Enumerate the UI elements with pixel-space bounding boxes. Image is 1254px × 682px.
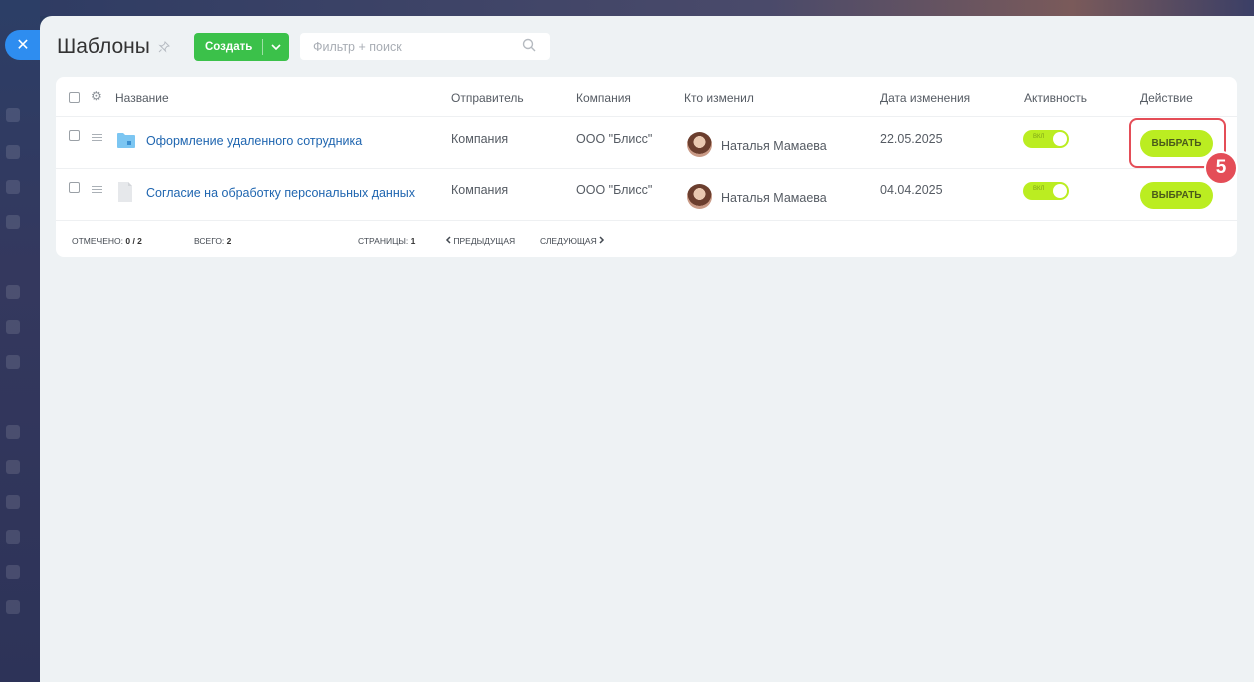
next-page-link[interactable]: СЛЕДУЮЩАЯ [540, 236, 605, 246]
background-icon [6, 108, 20, 122]
column-activity[interactable]: Активность [1024, 91, 1087, 105]
marked-value: 0 / 2 [125, 236, 142, 246]
total-counter: ВСЕГО: 2 [194, 236, 231, 246]
close-icon: ✕ [16, 35, 30, 54]
pages-label: СТРАНИЦЫ: [358, 236, 409, 246]
row-checkbox[interactable] [69, 130, 80, 141]
background-sidebar [0, 0, 40, 682]
toggle-label: ВКЛ [1033, 186, 1045, 192]
background-icon [6, 460, 20, 474]
column-sender[interactable]: Отправитель [451, 91, 524, 105]
sender-cell: Компания [451, 183, 509, 197]
chevron-right-icon [599, 236, 605, 244]
activity-toggle[interactable]: ВКЛ [1023, 130, 1069, 148]
pages-counter: СТРАНИЦЫ: 1 [358, 236, 415, 246]
activity-toggle[interactable]: ВКЛ [1023, 182, 1069, 200]
column-name[interactable]: Название [115, 91, 169, 105]
background-icon [6, 355, 20, 369]
company-cell: ООО "Блисс" [576, 132, 653, 146]
prev-page-label: ПРЕДЫДУЩАЯ [453, 236, 516, 246]
search-field[interactable]: Фильтр + поиск [300, 33, 550, 60]
chevron-down-icon[interactable] [263, 42, 289, 53]
search-input[interactable]: Фильтр + поиск [313, 40, 522, 54]
background-icon [6, 285, 20, 299]
table-row: Оформление удаленного сотрудника Компани… [56, 117, 1237, 169]
marked-label: ОТМЕЧЕНО: [72, 236, 123, 246]
avatar[interactable] [687, 132, 712, 157]
document-icon [116, 181, 134, 202]
background-icon [6, 495, 20, 509]
background-topbar [40, 0, 1254, 16]
toggle-knob [1053, 132, 1067, 146]
grid-header: ⚙ Название Отправитель Компания Кто изме… [56, 77, 1237, 117]
column-modified-by[interactable]: Кто изменил [684, 91, 754, 105]
column-date[interactable]: Дата изменения [880, 91, 970, 105]
template-name-link[interactable]: Оформление удаленного сотрудника [146, 134, 362, 148]
background-icon [6, 320, 20, 334]
modified-by-cell[interactable]: Наталья Мамаева [721, 139, 827, 153]
close-slider-button[interactable]: ✕ [5, 30, 41, 60]
row-checkbox[interactable] [69, 182, 80, 193]
chevron-left-icon [445, 236, 451, 244]
background-icon [6, 600, 20, 614]
drag-handle-icon[interactable] [92, 186, 102, 195]
column-action: Действие [1140, 91, 1193, 105]
step-badge: 5 [1204, 151, 1238, 185]
toggle-label: ВКЛ [1033, 134, 1045, 140]
pin-icon[interactable] [158, 41, 172, 55]
next-page-label: СЛЕДУЮЩАЯ [540, 236, 597, 246]
table-row: Согласие на обработку персональных данны… [56, 169, 1237, 221]
background-icon [6, 565, 20, 579]
modified-by-cell[interactable]: Наталья Мамаева [721, 191, 827, 205]
select-button[interactable]: ВЫБРАТЬ [1140, 182, 1213, 209]
avatar[interactable] [687, 184, 712, 209]
background-icon [6, 215, 20, 229]
sender-cell: Компания [451, 132, 509, 146]
background-icon [6, 145, 20, 159]
gear-icon[interactable]: ⚙ [91, 89, 102, 103]
search-icon[interactable] [522, 38, 550, 56]
background-icon [6, 425, 20, 439]
pages-value[interactable]: 1 [411, 236, 416, 246]
folder-icon [116, 131, 135, 149]
page-title: Шаблоны [57, 35, 150, 58]
select-all-checkbox[interactable] [69, 92, 80, 103]
date-cell: 04.04.2025 [880, 183, 943, 197]
templates-grid: ⚙ Название Отправитель Компания Кто изме… [56, 77, 1238, 257]
company-cell: ООО "Блисс" [576, 183, 653, 197]
create-button[interactable]: Создать [194, 33, 289, 61]
total-value: 2 [226, 236, 232, 246]
grid-footer: ОТМЕЧЕНО: 0 / 2 ВСЕГО: 2 СТРАНИЦЫ: 1 ПРЕ… [56, 223, 1237, 257]
templates-slider: Шаблоны Создать Фильтр + поиск ⚙ Названи… [40, 16, 1254, 682]
prev-page-link[interactable]: ПРЕДЫДУЩАЯ [445, 236, 515, 246]
total-label: ВСЕГО: [194, 236, 225, 246]
date-cell: 22.05.2025 [880, 132, 943, 146]
column-company[interactable]: Компания [576, 91, 631, 105]
create-button-label: Создать [205, 41, 253, 53]
toggle-knob [1053, 184, 1067, 198]
drag-handle-icon[interactable] [92, 134, 102, 143]
marked-counter: ОТМЕЧЕНО: 0 / 2 [72, 236, 142, 246]
background-icon [6, 530, 20, 544]
background-icon [6, 180, 20, 194]
template-name-link[interactable]: Согласие на обработку персональных данны… [146, 186, 415, 200]
